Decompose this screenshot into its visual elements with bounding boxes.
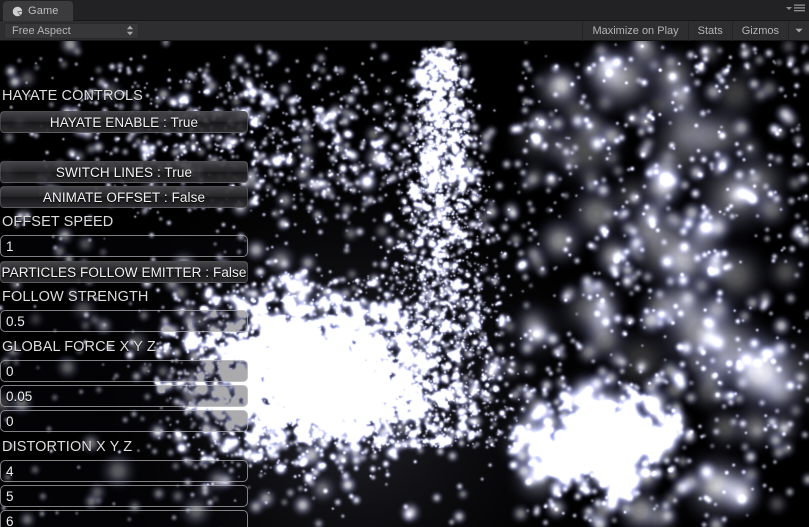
gizmos-dropdown-button[interactable]	[788, 20, 809, 41]
field-global-force-y[interactable]: 0.05	[0, 385, 248, 407]
hamburger-menu-icon[interactable]	[786, 4, 805, 12]
updown-stepper-icon	[126, 25, 134, 36]
field-global-force-x[interactable]: 0	[0, 360, 248, 382]
field-offset-speed[interactable]: 1	[0, 235, 248, 257]
button-hayate-enable[interactable]: HAYATE ENABLE : True	[0, 111, 248, 133]
chevron-down-icon	[786, 6, 792, 10]
field-global-force-z[interactable]: 0	[0, 410, 248, 432]
game-view-canvas[interactable]: HAYATE CONTROLS HAYATE ENABLE : True SWITC…	[0, 41, 809, 527]
gizmos-button[interactable]: Gizmos	[731, 20, 788, 41]
burger-lines-icon	[794, 4, 805, 12]
field-distortion-z[interactable]: 6	[0, 510, 248, 527]
tab-game-label: Game	[28, 5, 59, 17]
toolbar-right-group: Maximize on Play Stats Gizmos	[582, 20, 809, 41]
unity-game-icon	[12, 6, 23, 16]
tab-strip: Game	[0, 0, 809, 21]
button-switch-lines[interactable]: SWITCH LINES : True	[0, 161, 248, 183]
maximize-on-play-button[interactable]: Maximize on Play	[582, 20, 687, 41]
game-window: Game Free Aspect Maximize on Play Stats …	[0, 0, 809, 527]
label-global-force: GLOBAL FORCE X Y Z	[2, 339, 156, 355]
field-follow-strength[interactable]: 0.5	[0, 310, 248, 332]
field-distortion-y[interactable]: 5	[0, 485, 248, 507]
field-distortion-x[interactable]: 4	[0, 460, 248, 482]
label-hayate-controls: HAYATE CONTROLS	[2, 88, 143, 104]
label-distortion-xyz: DISTORTION X Y Z	[2, 439, 133, 455]
tab-game[interactable]: Game	[3, 1, 73, 21]
button-animate-offset[interactable]: ANIMATE OFFSET : False	[0, 186, 248, 208]
aspect-ratio-value: Free Aspect	[12, 24, 71, 37]
game-toolbar: Free Aspect Maximize on Play Stats Gizmo…	[0, 20, 809, 41]
chevron-down-icon	[795, 28, 803, 33]
aspect-ratio-dropdown[interactable]: Free Aspect	[4, 22, 139, 39]
button-particles-follow-emitter[interactable]: PARTICLES FOLLOW EMITTER : False	[0, 261, 248, 283]
label-follow-strength: FOLLOW STRENGTH	[2, 289, 149, 305]
label-offset-speed: OFFSET SPEED	[2, 214, 114, 230]
stats-button[interactable]: Stats	[687, 20, 732, 41]
